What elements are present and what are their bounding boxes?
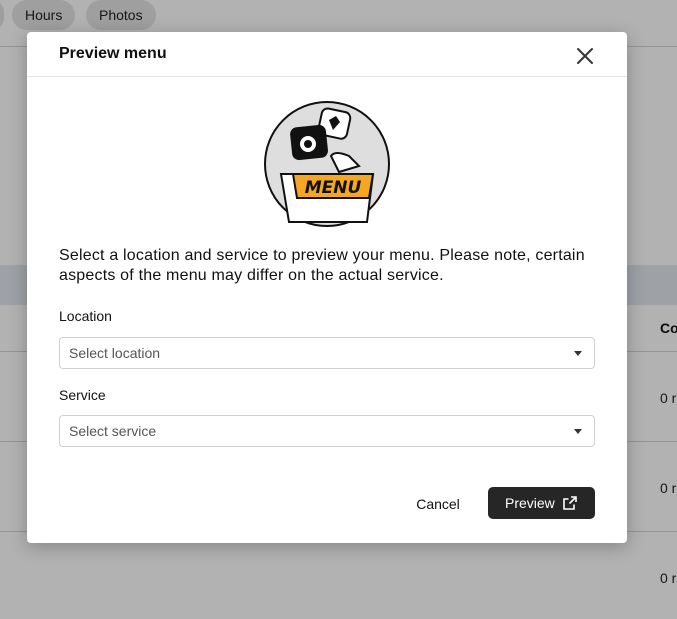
close-button[interactable] — [573, 44, 597, 68]
location-select[interactable]: Select location — [59, 337, 595, 369]
dialog-description: Select a location and service to preview… — [59, 247, 585, 284]
location-label: Location — [59, 308, 112, 324]
cancel-button[interactable]: Cancel — [402, 488, 474, 520]
dialog-header: Preview menu — [27, 32, 627, 77]
service-label: Service — [59, 387, 106, 403]
external-link-icon — [563, 496, 577, 510]
menu-illustration: MENU — [263, 100, 391, 228]
service-select[interactable]: Select service — [59, 415, 595, 447]
menu-badge-text: MENU — [305, 178, 362, 198]
location-placeholder: Select location — [69, 345, 161, 361]
preview-button-label: Preview — [505, 495, 555, 511]
dialog-title: Preview menu — [59, 45, 167, 62]
chevron-down-icon — [574, 351, 582, 356]
chevron-down-icon — [574, 429, 582, 434]
preview-button[interactable]: Preview — [488, 487, 595, 519]
preview-menu-dialog: Preview menu MENU Select a location and — [27, 32, 627, 543]
service-placeholder: Select service — [69, 423, 157, 439]
close-icon — [577, 48, 593, 64]
